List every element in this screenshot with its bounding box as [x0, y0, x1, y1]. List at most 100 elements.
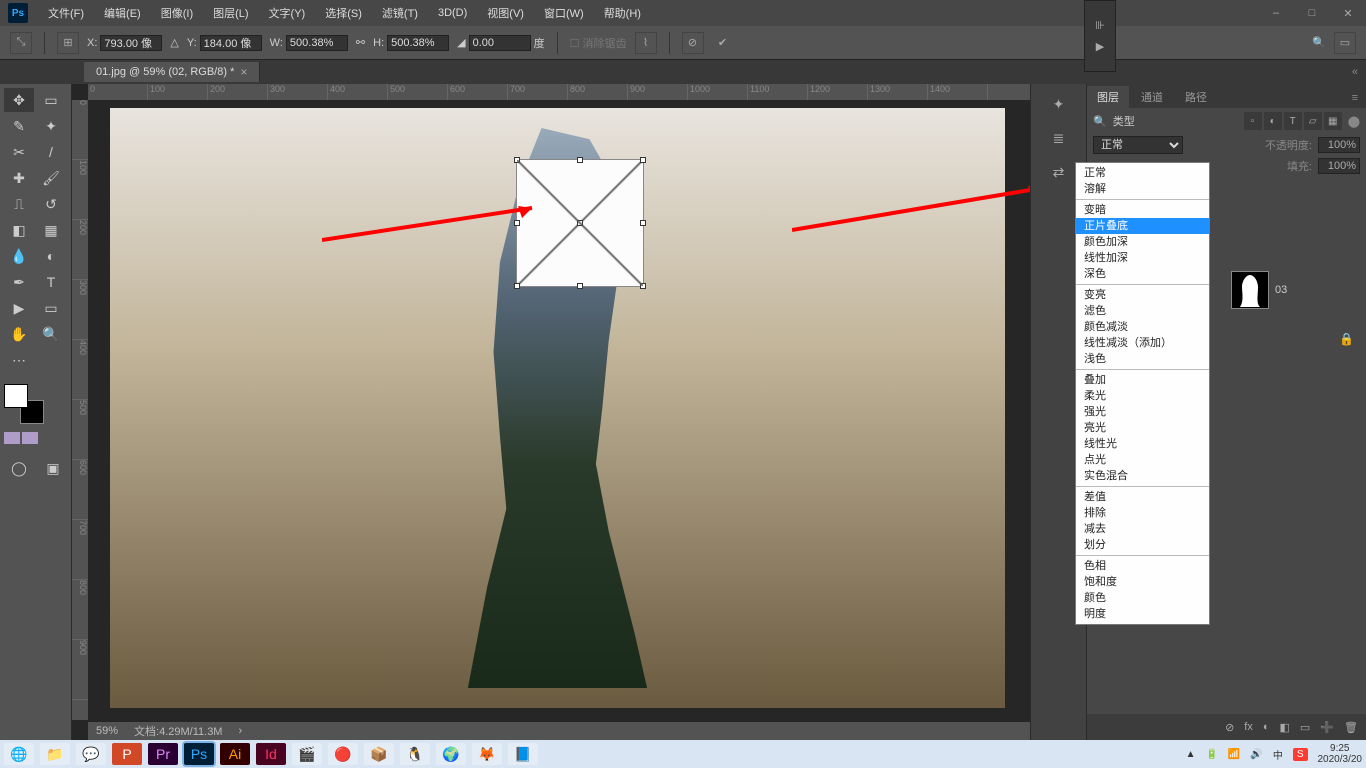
task-photoshop[interactable]: Ps	[184, 743, 214, 765]
blur-tool[interactable]: 💧	[4, 244, 34, 268]
reference-point-icon[interactable]: ⊞	[57, 32, 79, 54]
path-select-tool[interactable]: ▶	[4, 296, 34, 320]
blend-exclusion[interactable]: 排除	[1076, 505, 1209, 521]
blend-color[interactable]: 颜色	[1076, 590, 1209, 606]
document-tab-close[interactable]: ×	[240, 65, 247, 79]
filter-type-icon[interactable]: 🔍	[1093, 115, 1107, 128]
handle-ml[interactable]	[514, 220, 520, 226]
tray-volume-icon[interactable]: 🔊	[1250, 749, 1262, 760]
history-brush-tool[interactable]: ↺	[36, 192, 66, 216]
color-swatches[interactable]	[4, 384, 44, 424]
menu-filter[interactable]: 滤镜(T)	[374, 1, 426, 25]
new-layer-icon[interactable]: ➕	[1320, 721, 1334, 734]
h-input[interactable]	[387, 35, 449, 51]
zoom-tool[interactable]: 🔍	[36, 322, 66, 346]
blend-difference[interactable]: 差值	[1076, 489, 1209, 505]
task-wechat[interactable]: 💬	[76, 743, 106, 765]
properties-icon[interactable]: ⇄	[1047, 160, 1071, 184]
task-illustrator[interactable]: Ai	[220, 743, 250, 765]
handle-br[interactable]	[640, 283, 646, 289]
commit-transform-icon[interactable]: ✔	[712, 32, 734, 54]
panel-menu-icon[interactable]: ≡	[1344, 88, 1366, 108]
layer-row[interactable]: 03	[1225, 268, 1366, 312]
menu-image[interactable]: 图像(I)	[153, 1, 201, 25]
swatch-purple[interactable]	[4, 432, 20, 444]
tray-clock[interactable]: 9:25 2020/3/20	[1318, 743, 1363, 765]
healing-tool[interactable]: ✚	[4, 166, 34, 190]
shape-tool[interactable]: ▭	[36, 296, 66, 320]
handle-bc[interactable]	[577, 283, 583, 289]
zoom-level[interactable]: 59%	[96, 725, 118, 737]
lasso-tool[interactable]: ✎	[4, 114, 34, 138]
blend-normal[interactable]: 正常	[1076, 165, 1209, 181]
blend-divide[interactable]: 划分	[1076, 537, 1209, 553]
blend-lineardodge[interactable]: 线性减淡（添加）	[1076, 335, 1209, 351]
tray-sogou-icon[interactable]: S	[1293, 748, 1308, 761]
task-chrome[interactable]: 🌍	[436, 743, 466, 765]
filter-toggle-icon[interactable]: ⬤	[1348, 115, 1360, 128]
eyedropper-tool[interactable]: /	[36, 140, 66, 164]
opacity-input[interactable]	[1318, 137, 1360, 153]
group-icon[interactable]: ▭	[1300, 721, 1310, 734]
wh-link-icon[interactable]: ⚯	[356, 36, 365, 49]
task-qq[interactable]: 🐧	[400, 743, 430, 765]
cancel-transform-icon[interactable]: ⊘	[682, 32, 704, 54]
adjustment-layer-icon[interactable]: ◧	[1280, 721, 1290, 734]
pen-tool[interactable]: ✒	[4, 270, 34, 294]
document-tab[interactable]: 01.jpg @ 59% (02, RGB/8) * ×	[84, 62, 260, 82]
tab-paths[interactable]: 路径	[1175, 86, 1217, 108]
blend-darken[interactable]: 变暗	[1076, 202, 1209, 218]
tab-layers[interactable]: 图层	[1087, 86, 1129, 108]
brush-tool[interactable]: 🖌	[36, 166, 66, 190]
transform-bounding-box[interactable]	[516, 159, 644, 287]
tab-channels[interactable]: 通道	[1131, 86, 1173, 108]
blend-hardlight[interactable]: 强光	[1076, 404, 1209, 420]
blend-softlight[interactable]: 柔光	[1076, 388, 1209, 404]
menu-3d[interactable]: 3D(D)	[430, 3, 475, 23]
task-app1[interactable]: 🔴	[328, 743, 358, 765]
marquee-tool[interactable]: ▭	[36, 88, 66, 112]
edit-toolbar[interactable]: ⋯	[4, 348, 34, 372]
move-tool[interactable]: ✥	[4, 88, 34, 112]
menu-select[interactable]: 选择(S)	[317, 1, 370, 25]
antialias-checkbox[interactable]: ☐ 消除锯齿	[570, 35, 627, 51]
blend-linearlight[interactable]: 线性光	[1076, 436, 1209, 452]
task-video[interactable]: 🎬	[292, 743, 322, 765]
handle-tl[interactable]	[514, 157, 520, 163]
stamp-tool[interactable]: ⎍	[4, 192, 34, 216]
blend-saturation[interactable]: 饱和度	[1076, 574, 1209, 590]
menu-edit[interactable]: 编辑(E)	[96, 1, 149, 25]
filter-type-icon[interactable]: T	[1284, 112, 1302, 130]
task-indesign[interactable]: Id	[256, 743, 286, 765]
blend-lightercolor[interactable]: 浅色	[1076, 351, 1209, 367]
filter-adjustment-icon[interactable]: ◐	[1264, 112, 1282, 130]
fill-input[interactable]	[1318, 158, 1360, 174]
task-notes[interactable]: 📘	[508, 743, 538, 765]
crop-tool[interactable]: ✂	[4, 140, 34, 164]
y-input[interactable]	[200, 35, 262, 51]
doc-info-arrow[interactable]: ›	[238, 725, 242, 737]
foreground-color[interactable]	[4, 384, 28, 408]
task-explorer[interactable]: 📁	[40, 743, 70, 765]
filter-shape-icon[interactable]: ▱	[1304, 112, 1322, 130]
screenmode-icon[interactable]: ▣	[38, 456, 68, 480]
blend-multiply[interactable]: 正片叠底	[1076, 218, 1209, 234]
canvas-area[interactable]: 0100200300400500600700800900100011001200…	[72, 84, 1030, 740]
search-icon[interactable]: 🔍	[1312, 36, 1326, 49]
doc-info[interactable]: 文档:4.29M/11.3M	[134, 723, 222, 739]
menu-help[interactable]: 帮助(H)	[596, 1, 649, 25]
eraser-tool[interactable]: ◧	[4, 218, 34, 242]
blend-vividlight[interactable]: 亮光	[1076, 420, 1209, 436]
warp-icon[interactable]: ⌇	[635, 32, 657, 54]
blend-hue[interactable]: 色相	[1076, 558, 1209, 574]
type-tool[interactable]: T	[36, 270, 66, 294]
mask-icon[interactable]: ◐	[1263, 721, 1270, 733]
blend-colordodge[interactable]: 颜色减淡	[1076, 319, 1209, 335]
tray-battery-icon[interactable]: 🔋	[1205, 749, 1217, 760]
blend-screen[interactable]: 滤色	[1076, 303, 1209, 319]
filter-smart-icon[interactable]: ▦	[1324, 112, 1342, 130]
blend-mode-select[interactable]: 正常	[1093, 136, 1183, 154]
layer-mask-thumb[interactable]	[1231, 271, 1269, 309]
window-minimize[interactable]: –	[1258, 0, 1294, 26]
workspace-switcher-icon[interactable]: ▭	[1334, 32, 1356, 54]
